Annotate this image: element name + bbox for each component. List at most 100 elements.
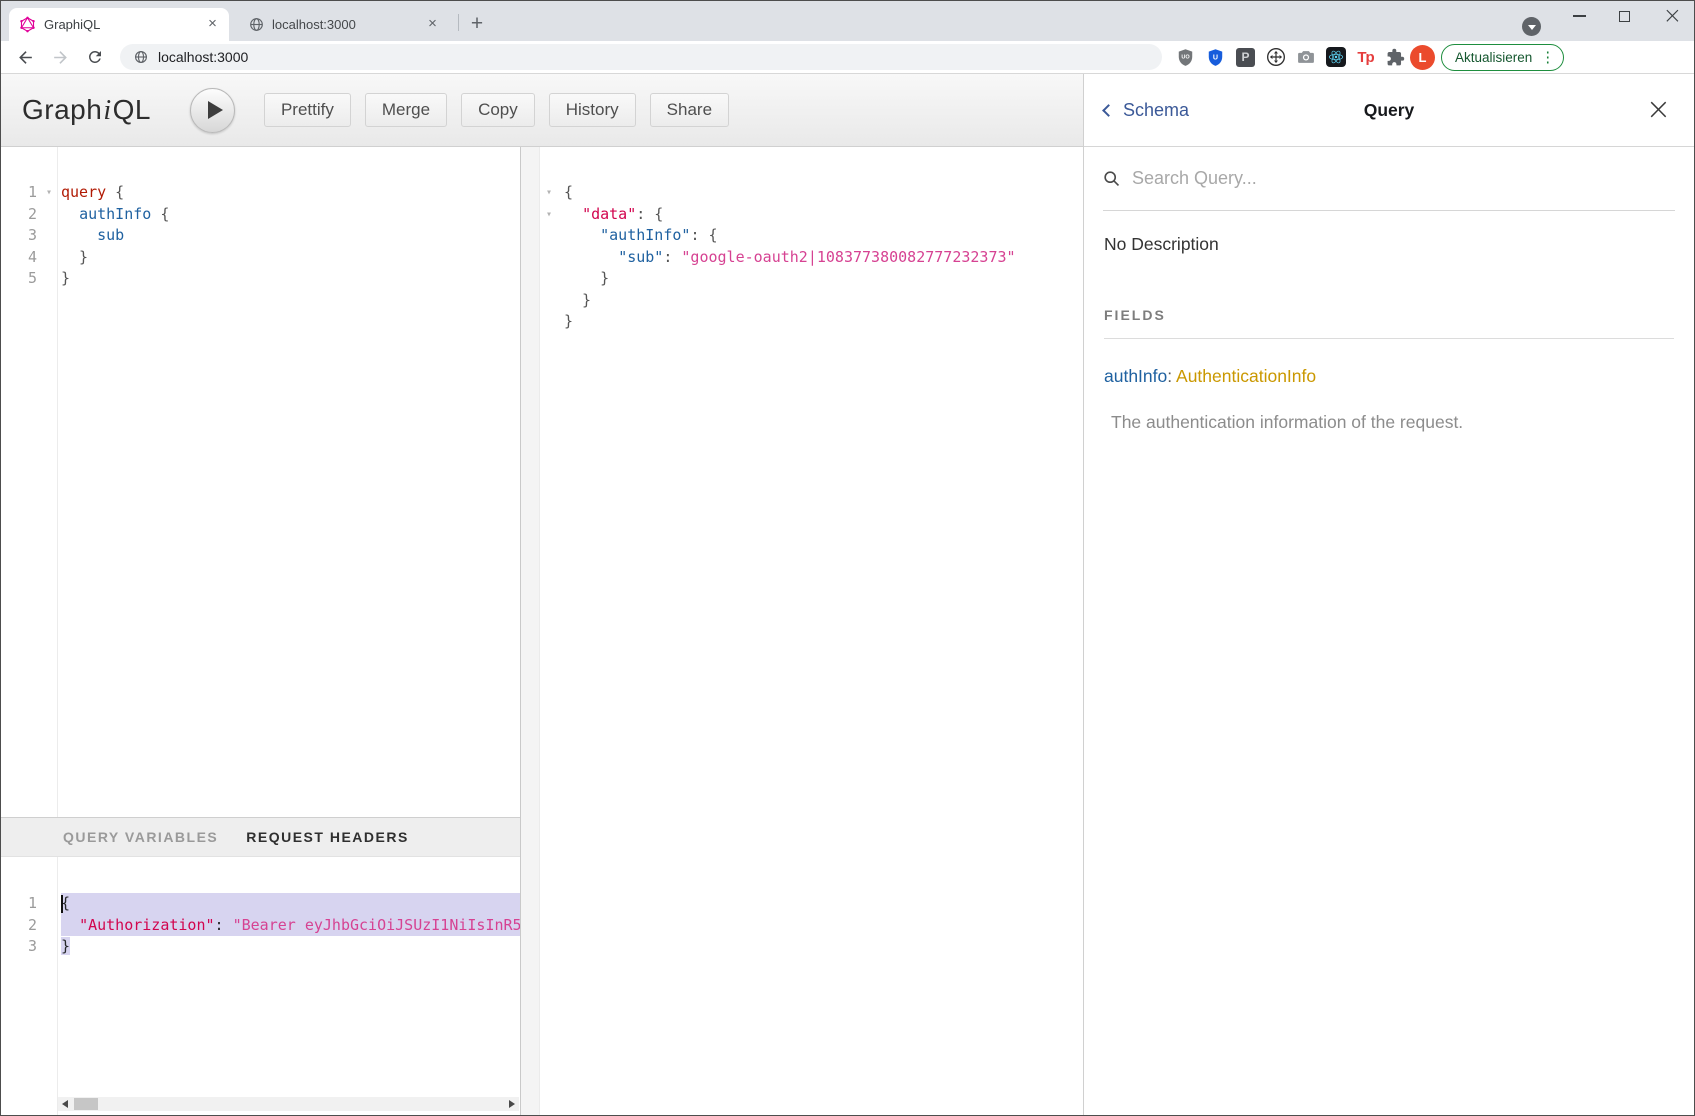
code-text: "data": {	[564, 205, 663, 223]
execute-query-button[interactable]	[190, 88, 235, 133]
type-description: No Description	[1104, 234, 1674, 255]
tampermonkey-extension-icon[interactable]: Tp	[1355, 47, 1376, 68]
line-number: 1	[1, 893, 37, 915]
code-line: 1▾query {	[1, 182, 520, 204]
camera-extension-icon[interactable]	[1295, 47, 1316, 68]
site-globe-icon	[134, 50, 148, 64]
chrome-update-button[interactable]: Aktualisieren ⋮	[1441, 44, 1564, 71]
copy-button[interactable]: Copy	[461, 93, 535, 127]
fold-gutter	[37, 268, 61, 290]
react-devtools-extension-icon[interactable]	[1325, 47, 1346, 68]
svg-text:UO: UO	[1181, 54, 1190, 60]
code-text: }	[61, 268, 520, 290]
secondary-editor-tabs: QUERY VARIABLES REQUEST HEADERS	[1, 817, 520, 857]
chevron-left-icon	[1102, 104, 1115, 117]
code-text: "Authorization": "Bearer eyJhbGciOiJSUzI…	[61, 915, 520, 937]
forward-button[interactable]	[50, 47, 70, 67]
tab-search-button[interactable]	[1522, 17, 1541, 36]
code-line: 2 authInfo {	[1, 204, 520, 226]
line-number: 3	[1, 225, 37, 247]
tab-request-headers[interactable]: REQUEST HEADERS	[246, 829, 409, 845]
history-button[interactable]: History	[549, 93, 636, 127]
horizontal-scrollbar[interactable]	[58, 1097, 519, 1111]
doc-close-button[interactable]: ×	[1646, 95, 1671, 125]
fold-arrow-icon[interactable]: ▾	[538, 204, 560, 226]
fold-gutter	[37, 936, 61, 958]
share-button[interactable]: Share	[650, 93, 729, 127]
code-text: sub	[61, 225, 520, 247]
fold-gutter	[37, 915, 61, 937]
doc-back-link[interactable]: Schema	[1104, 100, 1189, 121]
ublock-extension-icon[interactable]: UO	[1175, 47, 1196, 68]
scroll-left-arrow-icon[interactable]	[62, 1100, 68, 1108]
tab-title: GraphiQL	[44, 17, 204, 32]
graphiql-logo: GraphiQL	[22, 94, 151, 127]
tab-localhost[interactable]: localhost:3000 ×	[239, 8, 449, 41]
doc-title: Query	[1364, 100, 1415, 121]
line-number: 2	[1, 204, 37, 226]
line-number: 2	[1, 915, 37, 937]
code-text: {	[61, 893, 520, 915]
scrollbar-thumb[interactable]	[74, 1098, 98, 1110]
fold-gutter	[37, 204, 61, 226]
code-text: }	[61, 936, 520, 958]
svg-text:U: U	[1213, 53, 1218, 61]
scroll-right-arrow-icon[interactable]	[509, 1100, 515, 1108]
code-text: }	[61, 247, 520, 269]
profile-avatar[interactable]: L	[1410, 45, 1435, 70]
line-number: 5	[1, 268, 37, 290]
graphiql-main-column: GraphiQL Prettify Merge Copy History Sha…	[1, 74, 1083, 1115]
code-line: 1{	[1, 893, 520, 915]
code-line: "authInfo": {	[521, 225, 1083, 247]
editor-area: 1▾query {2 authInfo {3 sub4 }5} QUERY VA…	[1, 147, 1083, 1115]
extensions-area: UO U P Tp	[1175, 47, 1406, 68]
new-tab-button[interactable]: +	[464, 12, 490, 38]
move-tool-extension-icon[interactable]	[1265, 47, 1286, 68]
doc-explorer-panel: Schema Query × No Description FIELDS aut…	[1083, 74, 1694, 1115]
address-bar[interactable]: localhost:3000	[120, 44, 1162, 70]
tab-close-icon[interactable]: ×	[204, 16, 221, 33]
merge-button[interactable]: Merge	[365, 93, 447, 127]
field-name-link[interactable]: authInfo	[1104, 366, 1167, 386]
request-headers-editor[interactable]: 1{2 "Authorization": "Bearer eyJhbGciOiJ…	[1, 857, 520, 1115]
query-editor[interactable]: 1▾query {2 authInfo {3 sub4 }5}	[1, 147, 520, 817]
tab-title: localhost:3000	[272, 17, 424, 32]
line-number: 3	[1, 936, 37, 958]
code-text: "sub": "google-oauth2|108377380082777232…	[564, 248, 1016, 266]
fold-arrow-icon[interactable]: ▾	[37, 182, 61, 204]
extensions-puzzle-icon[interactable]	[1385, 47, 1406, 68]
doc-search-input[interactable]	[1132, 168, 1675, 189]
chevron-down-icon	[1528, 25, 1536, 30]
window-close-button[interactable]: ×	[1663, 6, 1682, 26]
maximize-button[interactable]	[1619, 11, 1630, 22]
fold-gutter	[37, 893, 61, 915]
field-separator: :	[1167, 366, 1176, 386]
back-button[interactable]	[15, 47, 35, 67]
fold-gutter	[37, 225, 61, 247]
result-viewer[interactable]: ▾{▾ "data": { "authInfo": { "sub": "goog…	[521, 147, 1083, 1115]
prettify-button[interactable]: Prettify	[264, 93, 351, 127]
browser-toolbar: localhost:3000 UO U P	[1, 41, 1694, 74]
p-extension-icon[interactable]: P	[1235, 47, 1256, 68]
kebab-menu-icon: ⋮	[1540, 50, 1555, 65]
minimize-button[interactable]	[1573, 15, 1586, 17]
bitwarden-extension-icon[interactable]: U	[1205, 47, 1226, 68]
code-line: 3}	[1, 936, 520, 958]
code-line: 4 }	[1, 247, 520, 269]
code-line: ▾{	[521, 182, 1083, 204]
code-text: authInfo {	[61, 204, 520, 226]
play-icon	[208, 101, 223, 119]
code-text: {	[564, 183, 573, 201]
tab-strip: GraphiQL × localhost:3000 × + ×	[1, 1, 1694, 41]
reload-button[interactable]	[85, 47, 105, 67]
field-type-link[interactable]: AuthenticationInfo	[1176, 366, 1316, 386]
fold-arrow-icon[interactable]: ▾	[538, 182, 560, 204]
line-number: 1	[1, 182, 37, 204]
doc-search-row	[1103, 147, 1675, 211]
url-text: localhost:3000	[158, 49, 248, 65]
tab-close-icon[interactable]: ×	[424, 16, 441, 33]
tab-graphiql[interactable]: GraphiQL ×	[9, 8, 229, 41]
code-line: 2 "Authorization": "Bearer eyJhbGciOiJSU…	[1, 915, 520, 937]
window-controls: ×	[1573, 3, 1682, 29]
tab-query-variables[interactable]: QUERY VARIABLES	[63, 829, 218, 845]
